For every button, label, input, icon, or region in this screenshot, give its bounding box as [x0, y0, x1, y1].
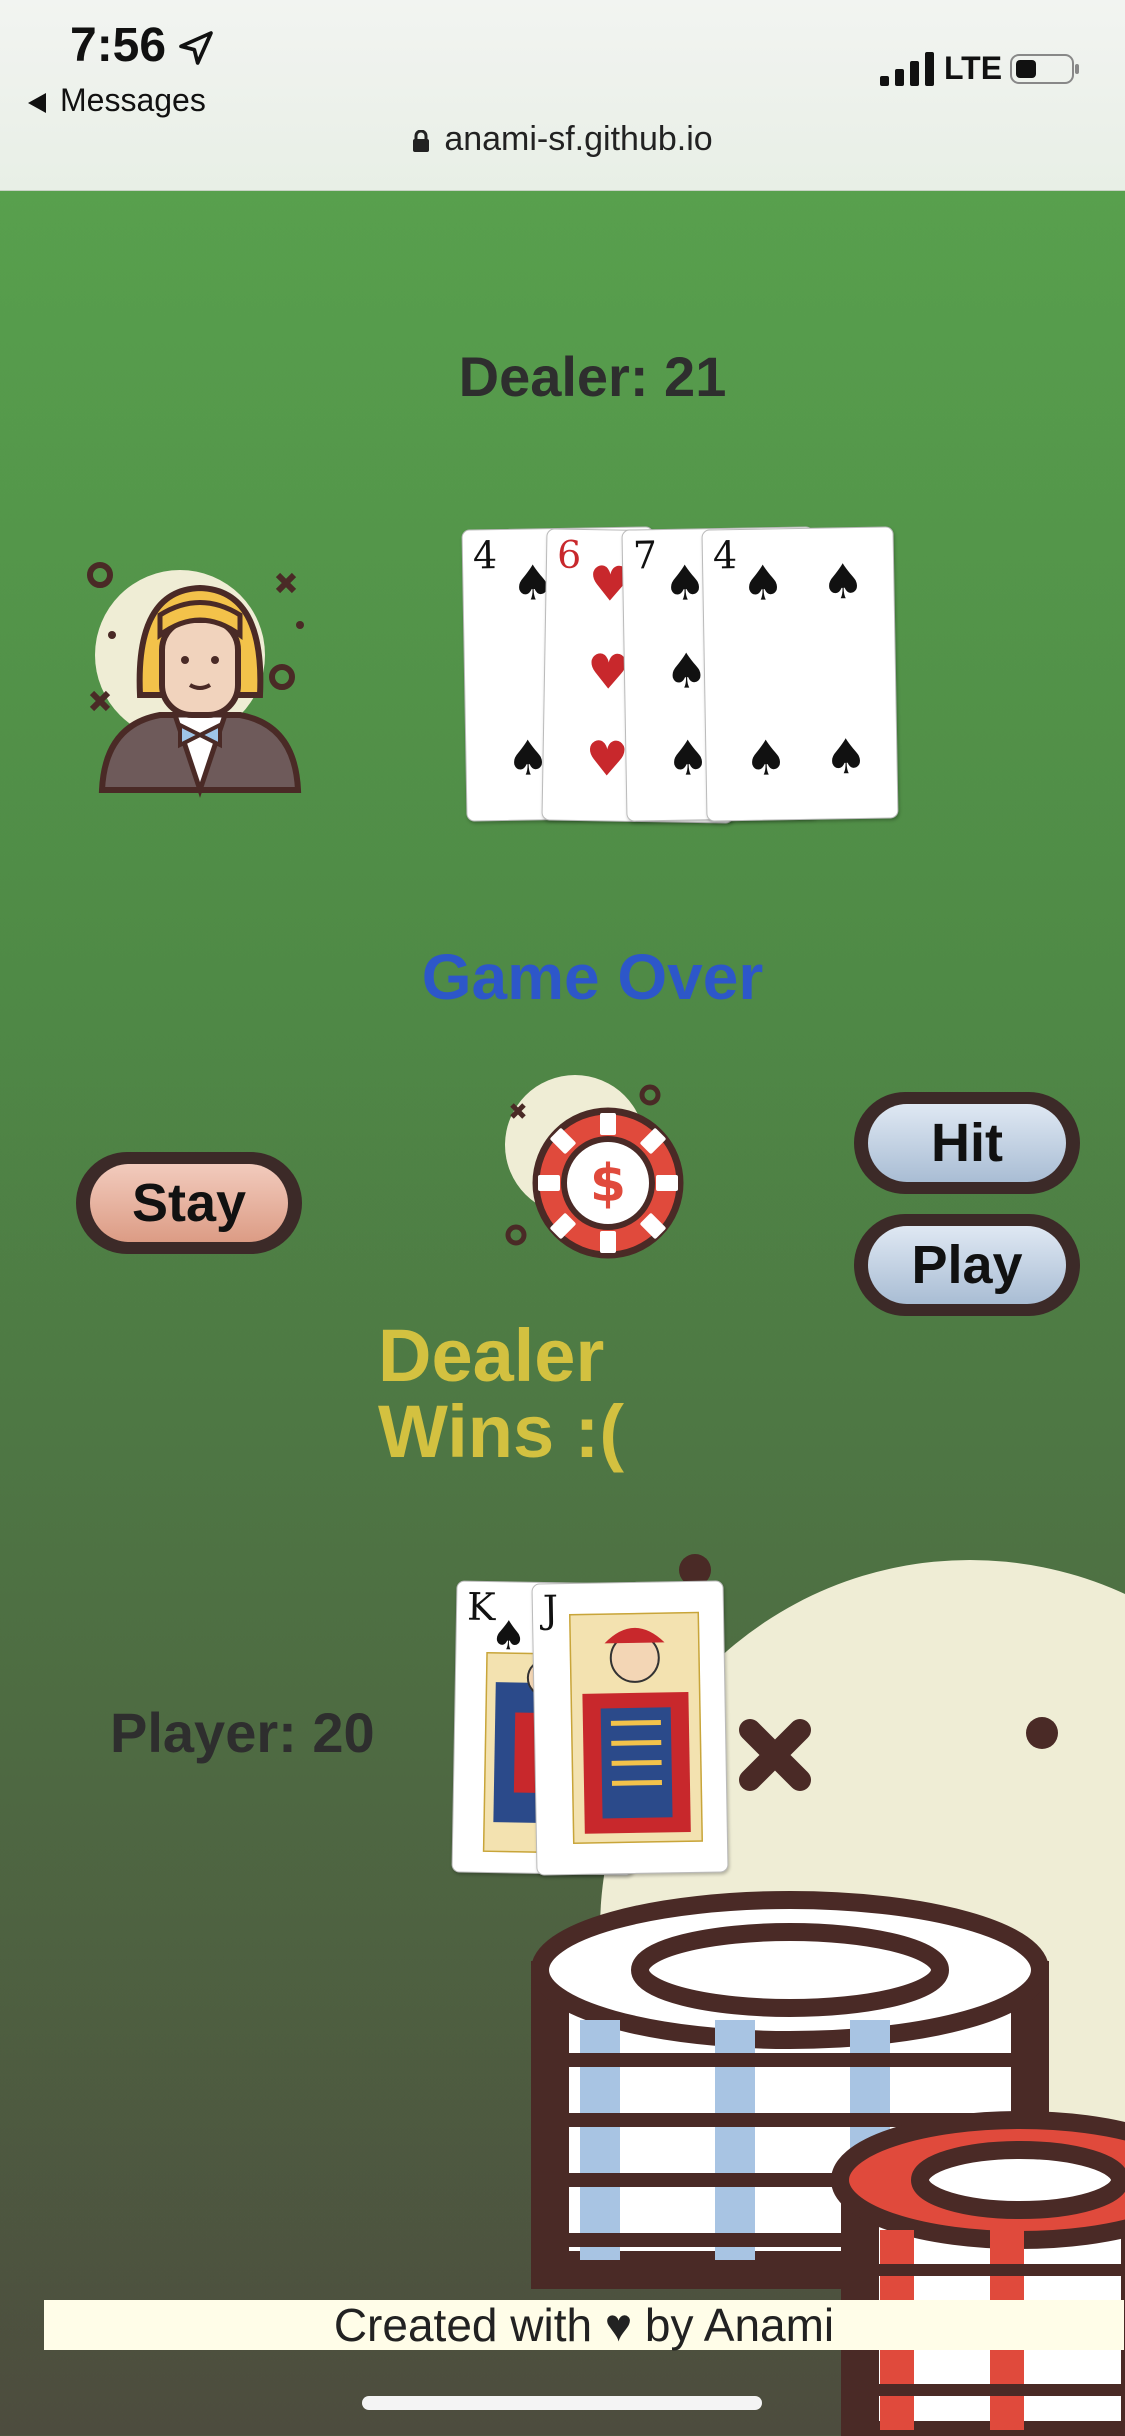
result-text: Dealer Wins :( [378, 1314, 624, 1473]
card-rank: 7 [632, 533, 658, 578]
card-rank: 6 [556, 532, 582, 577]
address-bar[interactable]: anami-sf.github.io [0, 120, 1125, 159]
jack-face-icon [569, 1611, 703, 1845]
card-suit: ♠ [740, 555, 785, 613]
location-arrow-icon [179, 31, 213, 65]
play-button[interactable]: Play [854, 1214, 1080, 1316]
card-suit: ♠ [664, 643, 709, 700]
back-arrow-icon [28, 92, 46, 113]
card-suit: ♥ [585, 731, 630, 788]
footer-credit: Created with ♥ by Anami [44, 2300, 1124, 2350]
player-score: Player: 20 [110, 1701, 375, 1764]
home-indicator[interactable] [362, 2396, 762, 2410]
card-rank: 4 [472, 533, 498, 578]
card-suit: ♠ [662, 555, 707, 612]
stay-label: Stay [90, 1164, 288, 1242]
svg-text:$: $ [590, 1154, 626, 1214]
result-message: Dealer Wins :( [378, 1318, 638, 1470]
signal-icon [880, 52, 934, 86]
hit-label: Hit [868, 1104, 1066, 1182]
card-suit: ♠ [743, 730, 788, 787]
clock: 7:56 [70, 19, 167, 72]
stay-button[interactable]: Stay [76, 1152, 302, 1254]
status-bar: 7:56 Messages LTE anami-sf.github.io [0, 0, 1125, 191]
dealer-score: Dealer: 21 [458, 345, 727, 408]
poker-chip-icon: $ [505, 1075, 684, 1259]
hit-button[interactable]: Hit [854, 1092, 1080, 1194]
card-suit: ♠ [665, 730, 710, 787]
lock-icon [413, 130, 430, 152]
back-label: Messages [60, 82, 206, 118]
card-rank: J [542, 1587, 559, 1632]
back-to-messages-link[interactable]: Messages [28, 82, 206, 119]
card-rank: 4 [712, 533, 738, 578]
network-type: LTE [944, 50, 1003, 86]
player-card: J ♣ [531, 1580, 729, 1876]
url-text: anami-sf.github.io [444, 120, 713, 158]
card-suit: ♠ [823, 728, 868, 786]
play-label: Play [868, 1226, 1066, 1304]
dealer-avatar-icon [87, 562, 304, 798]
dealer-card: 4 ♠ ♠ ♠ ♠ [701, 526, 899, 822]
battery-icon [1010, 54, 1079, 84]
game-status: Game Over [421, 941, 764, 1013]
card-suit: ♠ [820, 553, 865, 611]
